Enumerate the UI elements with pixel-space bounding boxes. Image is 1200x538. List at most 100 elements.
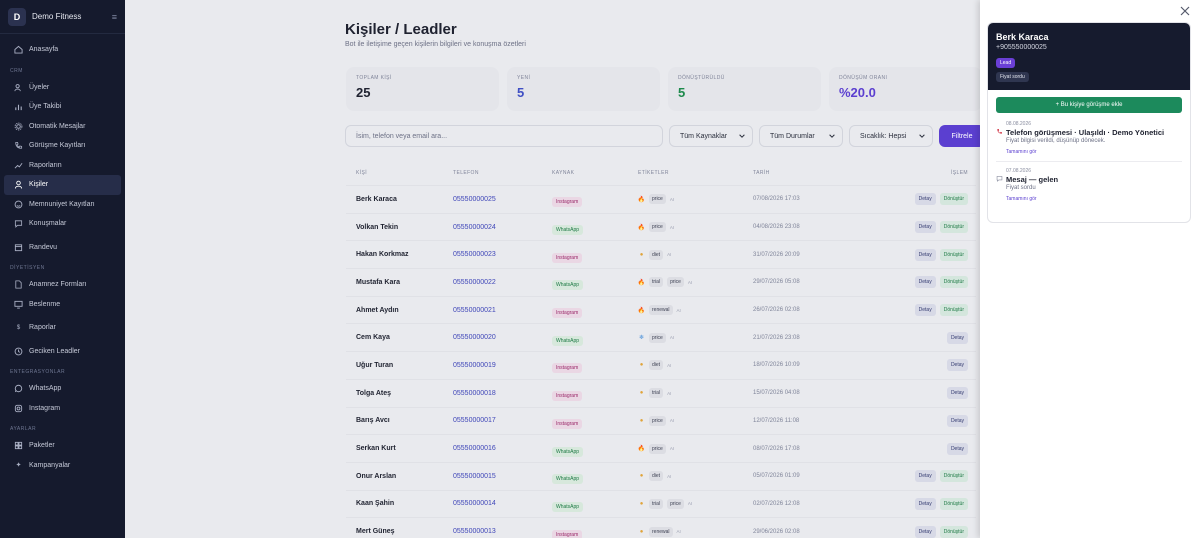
tags-cell: ❄ price AI: [638, 332, 753, 343]
header-action: İŞLEM: [950, 169, 968, 176]
sidebar-item-raporlar[interactable]: $ Raporlar: [4, 318, 121, 338]
sidebar-item-whatsapp[interactable]: WhatsApp: [4, 379, 121, 399]
contact-phone[interactable]: 05550000019: [453, 362, 552, 369]
detail-button[interactable]: Detay: [946, 331, 968, 344]
converted-badge[interactable]: Dönüştür: [939, 304, 968, 317]
sidebar-item-anasayfa[interactable]: Anasayfa: [4, 40, 121, 60]
contact-name[interactable]: Mert Güneş: [346, 528, 453, 535]
sidebar-item-label: Kampanyalar: [29, 461, 71, 469]
sidebar-item-memnuniyet-kayitlari[interactable]: Memnuniyet Kayıtları: [4, 195, 121, 215]
contact-phone[interactable]: 05550000013: [453, 528, 552, 535]
timeline-item: 08.08.2026 Telefon görüşmesi · Ulaşıldı …: [996, 121, 1182, 162]
table-row[interactable]: Mustafa Kara 05550000022 WhatsApp 🔥 trial pri…: [346, 268, 976, 296]
filter-button[interactable]: Filtrele: [939, 125, 985, 147]
sidebar-item-anamnez-formlari[interactable]: Anamnez Formları: [4, 275, 121, 295]
search-input[interactable]: İsim, telefon veya email ara...: [345, 125, 663, 147]
sidebar-item-otomatik-mesajlar[interactable]: Otomatik Mesajlar: [4, 117, 121, 137]
contact-phone[interactable]: 05550000020: [453, 334, 552, 341]
table-row[interactable]: Kaan Şahin 05550000014 WhatsApp ● trial price…: [346, 489, 976, 518]
detail-button[interactable]: Detay: [914, 304, 936, 317]
contact-name[interactable]: Berk Karaca: [346, 196, 453, 203]
converted-badge[interactable]: Dönüştür: [939, 276, 968, 289]
detail-button[interactable]: Detay: [946, 442, 968, 455]
detail-button[interactable]: Detay: [946, 414, 968, 427]
contact-phone[interactable]: 05550000015: [453, 473, 552, 480]
contact-phone[interactable]: 05550000022: [453, 279, 552, 286]
contact-phone[interactable]: 05550000023: [453, 251, 552, 258]
converted-badge[interactable]: Dönüştür: [939, 248, 968, 261]
show-more-link[interactable]: Tamamını gör: [1006, 149, 1164, 155]
table-row[interactable]: Hakan Korkmaz 05550000023 Instagram ● diet AI…: [346, 240, 976, 268]
detail-button[interactable]: Detay: [914, 497, 936, 510]
converted-badge[interactable]: Dönüştür: [939, 525, 968, 538]
table-row[interactable]: Uğur Turan 05550000019 Instagram ● diet AI 18/…: [346, 351, 976, 379]
converted-badge[interactable]: Dönüştür: [939, 497, 968, 510]
sidebar-item-geciken-leadler[interactable]: Geciken Leadler: [4, 342, 121, 362]
converted-badge[interactable]: Dönüştür: [939, 470, 968, 483]
detail-button[interactable]: Detay: [914, 470, 936, 483]
sidebar-item-uye-takibi[interactable]: Üye Takibi: [4, 97, 121, 117]
table-row[interactable]: Berk Karaca 05550000025 Instagram 🔥 price AI 0…: [346, 185, 976, 213]
sidebar-item-kisiler[interactable]: Kişiler: [4, 175, 121, 195]
contact-name[interactable]: Ahmet Aydın: [346, 307, 453, 314]
sidebar-item-uyeler[interactable]: Üyeler: [4, 78, 121, 98]
add-meeting-button[interactable]: + Bu kişiye görüşme ekle: [996, 97, 1182, 113]
table-row[interactable]: Onur Arslan 05550000015 WhatsApp ● diet AI 05/…: [346, 461, 976, 490]
contact-name[interactable]: Kaan Şahin: [346, 500, 453, 507]
temperature-select[interactable]: Sıcaklık: Hepsi: [849, 125, 933, 147]
contact-name[interactable]: Mustafa Kara: [346, 279, 453, 286]
contact-phone[interactable]: 05550000017: [453, 417, 552, 424]
converted-badge[interactable]: Dönüştür: [939, 193, 968, 206]
table-row[interactable]: Volkan Tekin 05550000024 WhatsApp 🔥 price AI 0…: [346, 212, 976, 241]
table-row[interactable]: Tolga Ateş 05550000018 Instagram ● trial AI 15…: [346, 378, 976, 407]
sidebar-item-gorusme-kayitlari[interactable]: Görüşme Kayıtları: [4, 136, 121, 156]
hot-temperature-icon: 🔥: [637, 279, 646, 286]
detail-button[interactable]: Detay: [914, 276, 936, 289]
detail-button[interactable]: Detay: [914, 221, 936, 234]
source-select[interactable]: Tüm Kaynaklar: [669, 125, 753, 147]
contact-phone[interactable]: 05550000016: [453, 445, 552, 452]
sidebar-item-raporlarin[interactable]: Raporların: [4, 156, 121, 176]
sidebar-item-konusmalar[interactable]: Konuşmalar: [4, 214, 121, 234]
sidebar-item-beslenme[interactable]: Beslenme: [4, 295, 121, 315]
contact-name[interactable]: Hakan Korkmaz: [346, 251, 453, 258]
status-select[interactable]: Tüm Durumlar: [759, 125, 843, 147]
source-badge: Instagram: [552, 391, 583, 402]
sidebar-item-randevu[interactable]: Randevu: [4, 238, 121, 258]
detail-button[interactable]: Detay: [946, 387, 968, 400]
sidebar-item-kampanyalar[interactable]: ✦ Kampanyalar: [4, 456, 121, 476]
sidebar-item-paketler[interactable]: Paketler: [4, 436, 121, 456]
show-more-link[interactable]: Tamamını gör: [1006, 196, 1058, 202]
date-cell: 05/07/2026 01:09: [753, 473, 800, 480]
contact-name[interactable]: Tolga Ateş: [346, 390, 453, 397]
table-row[interactable]: Cem Kaya 05550000020 WhatsApp ❄ price AI 21/07…: [346, 323, 976, 351]
contact-name[interactable]: Onur Arslan: [346, 473, 453, 480]
detail-button[interactable]: Detay: [914, 525, 936, 538]
ai-label: AI: [667, 473, 672, 479]
table-row[interactable]: Serkan Kurt 05550000016 WhatsApp 🔥 price AI 08…: [346, 434, 976, 462]
menu-toggle-icon[interactable]: ≡: [112, 12, 117, 22]
source-badge: WhatsApp: [552, 446, 584, 457]
contact-name[interactable]: Cem Kaya: [346, 334, 453, 341]
table-row[interactable]: Ahmet Aydın 05550000021 Instagram 🔥 renewal A…: [346, 295, 976, 324]
contact-name[interactable]: Serkan Kurt: [346, 445, 453, 452]
close-icon[interactable]: [1180, 6, 1190, 16]
sidebar-item-instagram[interactable]: Instagram: [4, 399, 121, 419]
contact-phone[interactable]: 05550000024: [453, 224, 552, 231]
detail-button[interactable]: Detay: [914, 248, 936, 261]
contact-phone[interactable]: 05550000018: [453, 390, 552, 397]
table-row[interactable]: Mert Güneş 05550000013 Instagram ● renewal AI…: [346, 517, 976, 538]
contact-phone[interactable]: 05550000021: [453, 307, 552, 314]
detail-button[interactable]: Detay: [914, 193, 936, 206]
contact-name[interactable]: Volkan Tekin: [346, 224, 453, 231]
source-badge: WhatsApp: [552, 225, 584, 236]
stat-value: 5: [517, 85, 525, 100]
contact-name[interactable]: Uğur Turan: [346, 362, 453, 369]
detail-button[interactable]: Detay: [946, 359, 968, 372]
contact-name[interactable]: Barış Avcı: [346, 417, 453, 424]
ai-label: AI: [669, 446, 675, 452]
table-row[interactable]: Barış Avcı 05550000017 Instagram ● price AI 12…: [346, 406, 976, 435]
converted-badge[interactable]: Dönüştür: [939, 221, 968, 234]
contact-phone[interactable]: 05550000025: [453, 196, 552, 203]
contact-phone[interactable]: 05550000014: [453, 500, 552, 507]
